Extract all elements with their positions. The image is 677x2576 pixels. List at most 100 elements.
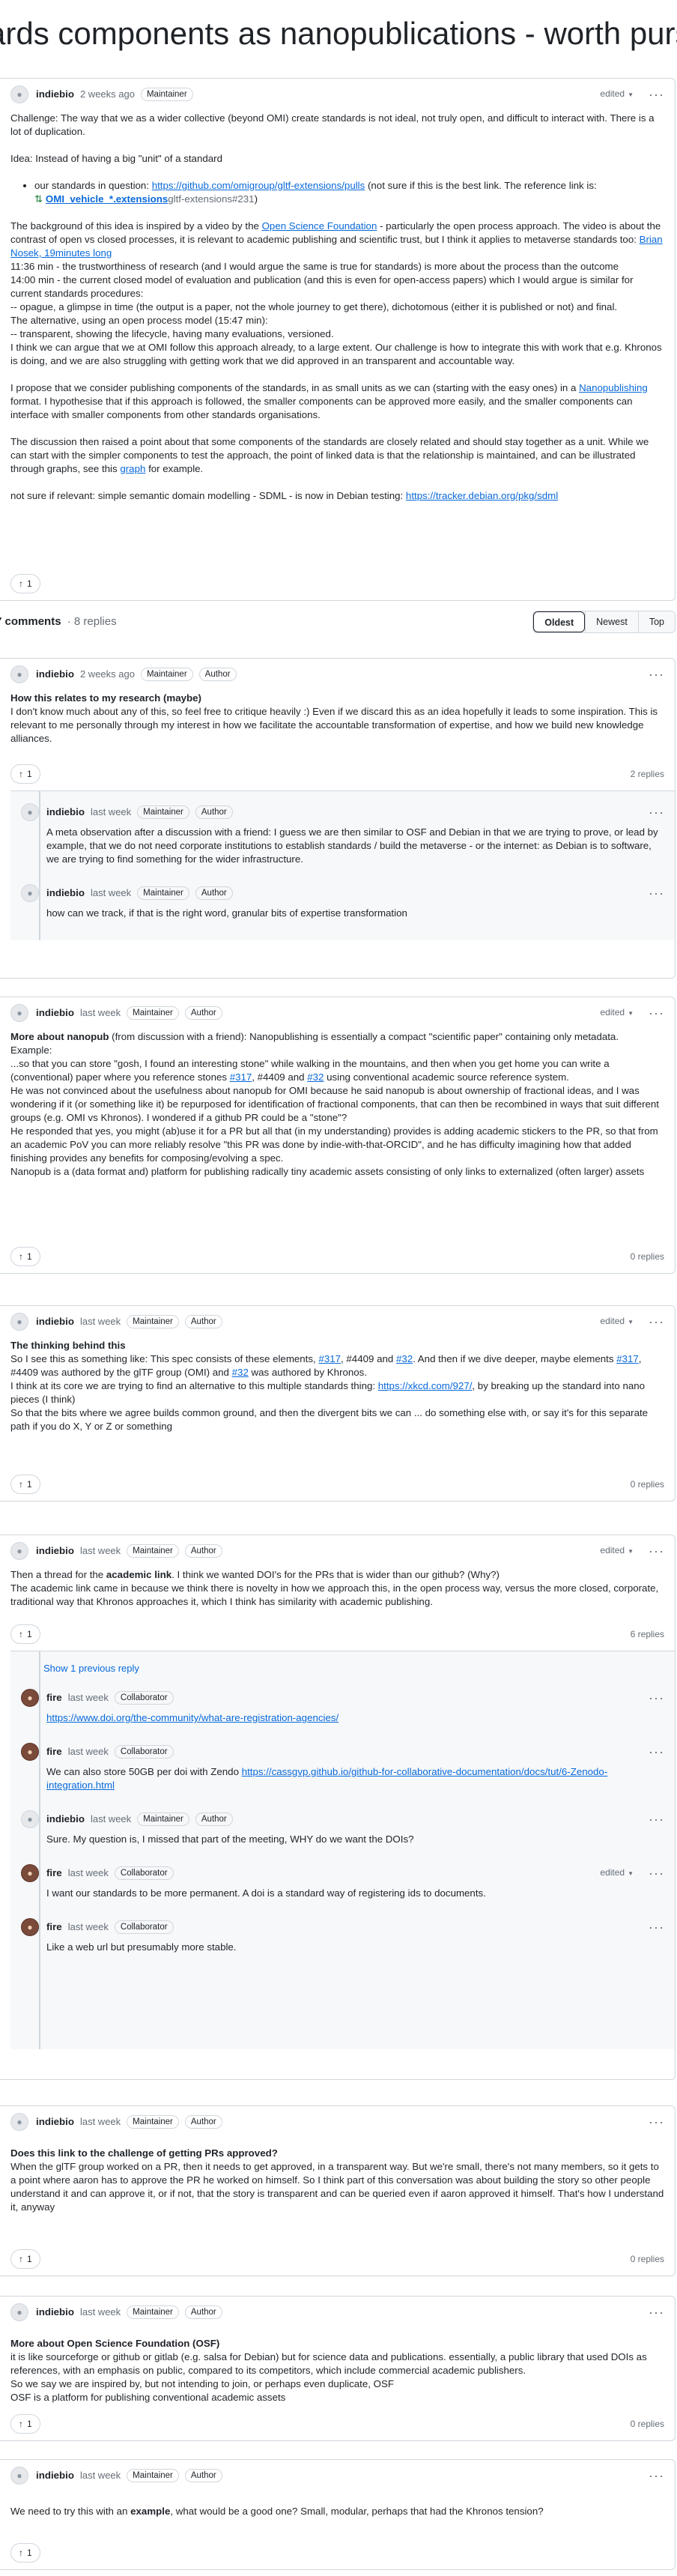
author-link[interactable]: indiebio — [36, 1544, 74, 1558]
author-link[interactable]: indiebio — [46, 805, 85, 819]
arrow-up-icon: ↑ — [19, 578, 23, 589]
author-link[interactable]: indiebio — [36, 1315, 74, 1328]
osf-link[interactable]: Open Science Foundation — [262, 220, 377, 232]
more-options-icon[interactable]: ··· — [649, 2115, 664, 2129]
avatar[interactable]: ● — [21, 1743, 39, 1761]
issue-317-link[interactable]: #317 — [230, 1071, 252, 1083]
issue-32-link[interactable]: #32 — [396, 1353, 413, 1364]
avatar[interactable]: ● — [10, 2303, 28, 2321]
timestamp[interactable]: last week — [80, 1006, 121, 1020]
show-previous-replies-link[interactable]: Show 1 previous reply — [10, 1651, 675, 1683]
author-link[interactable]: fire — [46, 1691, 62, 1705]
avatar[interactable]: ● — [10, 1542, 28, 1560]
upvote-button[interactable]: ↑ 1 — [10, 2543, 40, 2563]
more-options-icon[interactable]: ··· — [649, 1812, 664, 1826]
timestamp[interactable]: last week — [68, 1920, 109, 1934]
debian-tracker-link[interactable]: https://tracker.debian.org/pkg/sdml — [406, 490, 558, 501]
avatar[interactable]: ● — [21, 1918, 39, 1936]
timestamp[interactable]: 2 weeks ago — [80, 88, 135, 101]
avatar[interactable]: ● — [10, 1313, 28, 1331]
avatar[interactable]: ● — [21, 884, 39, 902]
timestamp[interactable]: last week — [68, 1745, 109, 1759]
author-link[interactable]: fire — [46, 1920, 62, 1934]
nanopublishing-link[interactable]: Nanopublishing — [579, 382, 648, 393]
more-options-icon[interactable]: ··· — [649, 1866, 664, 1880]
more-options-icon[interactable]: ··· — [649, 1745, 664, 1759]
edited-dropdown[interactable]: edited ▼ — [600, 1544, 634, 1558]
avatar[interactable]: ● — [10, 1004, 28, 1022]
avatar[interactable]: ● — [10, 665, 28, 683]
more-options-icon[interactable]: ··· — [649, 2306, 664, 2319]
issue-317-link[interactable]: #317 — [616, 1353, 639, 1364]
more-options-icon[interactable]: ··· — [649, 805, 664, 819]
xkcd-link[interactable]: https://xkcd.com/927/ — [378, 1380, 473, 1391]
edited-dropdown[interactable]: edited ▼ — [600, 1006, 634, 1021]
upvote-button[interactable]: ↑ 1 — [10, 764, 40, 784]
more-options-icon[interactable]: ··· — [649, 88, 664, 101]
collaborator-badge: Collaborator — [114, 1745, 174, 1759]
upvote-button[interactable]: ↑ 1 — [10, 574, 40, 593]
issue-32-link[interactable]: #32 — [232, 1367, 249, 1378]
more-options-icon[interactable]: ··· — [649, 886, 664, 900]
sort-oldest-button[interactable]: Oldest — [533, 611, 586, 632]
author-link[interactable]: indiebio — [36, 2306, 74, 2319]
author-badge: Author — [198, 668, 237, 681]
comment-card: ● indiebio 2 weeks ago Maintainer Author… — [0, 658, 676, 979]
avatar[interactable]: ● — [10, 2467, 28, 2485]
paragraph: How this relates to my research (maybe) I… — [10, 692, 658, 744]
timestamp[interactable]: last week — [68, 1866, 109, 1880]
author-link[interactable]: fire — [46, 1866, 62, 1880]
timestamp[interactable]: last week — [80, 1315, 121, 1328]
avatar[interactable]: ● — [10, 85, 28, 103]
author-link[interactable]: indiebio — [36, 88, 74, 101]
graph-link[interactable]: graph — [120, 463, 145, 474]
more-options-icon[interactable]: ··· — [649, 1544, 664, 1558]
avatar[interactable]: ● — [21, 1689, 39, 1707]
author-link[interactable]: indiebio — [36, 2115, 74, 2129]
more-options-icon[interactable]: ··· — [649, 1691, 664, 1705]
linked-pr[interactable]: ⇅ OMI_vehicle_*.extensions gltf-extension… — [34, 193, 255, 206]
sort-newest-button[interactable]: Newest — [585, 611, 638, 632]
avatar[interactable]: ● — [21, 1864, 39, 1882]
edited-dropdown[interactable]: edited ▼ — [600, 1314, 634, 1329]
issue-32-link[interactable]: #32 — [307, 1071, 324, 1083]
comment-footer: ↑ 1 6 replies — [0, 1618, 675, 1651]
doi-link[interactable]: https://www.doi.org/the-community/what-a… — [46, 1712, 338, 1723]
sort-top-button[interactable]: Top — [637, 611, 675, 632]
more-options-icon[interactable]: ··· — [649, 1920, 664, 1934]
upvote-button[interactable]: ↑ 1 — [10, 1624, 40, 1644]
author-link[interactable]: indiebio — [36, 2469, 74, 2482]
more-options-icon[interactable]: ··· — [649, 2469, 664, 2482]
author-link[interactable]: indiebio — [46, 1812, 85, 1826]
timestamp[interactable]: 2 weeks ago — [80, 668, 135, 681]
avatar[interactable]: ● — [21, 803, 39, 821]
pulls-link[interactable]: https://github.com/omigroup/gltf-extensi… — [152, 180, 365, 191]
avatar[interactable]: ● — [10, 2113, 28, 2131]
upvote-button[interactable]: ↑ 1 — [10, 2249, 40, 2269]
pr-title-link[interactable]: OMI_vehicle_*.extensions — [46, 193, 168, 206]
upvote-button[interactable]: ↑ 1 — [10, 2414, 40, 2434]
timestamp[interactable]: last week — [91, 805, 131, 819]
timestamp[interactable]: last week — [80, 2115, 121, 2129]
author-link[interactable]: indiebio — [46, 886, 85, 900]
avatar[interactable]: ● — [21, 1810, 39, 1828]
upvote-button[interactable]: ↑ 1 — [10, 1247, 40, 1266]
more-options-icon[interactable]: ··· — [649, 1315, 664, 1328]
timestamp[interactable]: last week — [91, 886, 131, 900]
edited-dropdown[interactable]: edited ▼ — [600, 1866, 634, 1881]
timestamp[interactable]: last week — [91, 1812, 131, 1826]
more-options-icon[interactable]: ··· — [649, 1006, 664, 1020]
timestamp[interactable]: last week — [80, 2469, 121, 2482]
issue-317-link[interactable]: #317 — [318, 1353, 341, 1364]
maintainer-badge: Maintainer — [140, 88, 193, 101]
timestamp[interactable]: last week — [80, 1544, 121, 1558]
timestamp[interactable]: last week — [68, 1691, 109, 1705]
comment-body: More about nanopub (from discussion with… — [0, 1029, 675, 1179]
author-link[interactable]: fire — [46, 1745, 62, 1759]
author-link[interactable]: indiebio — [36, 668, 74, 681]
upvote-button[interactable]: ↑ 1 — [10, 1475, 40, 1494]
edited-dropdown[interactable]: edited ▼ — [600, 87, 634, 102]
timestamp[interactable]: last week — [80, 2306, 121, 2319]
more-options-icon[interactable]: ··· — [649, 668, 664, 681]
author-link[interactable]: indiebio — [36, 1006, 74, 1020]
